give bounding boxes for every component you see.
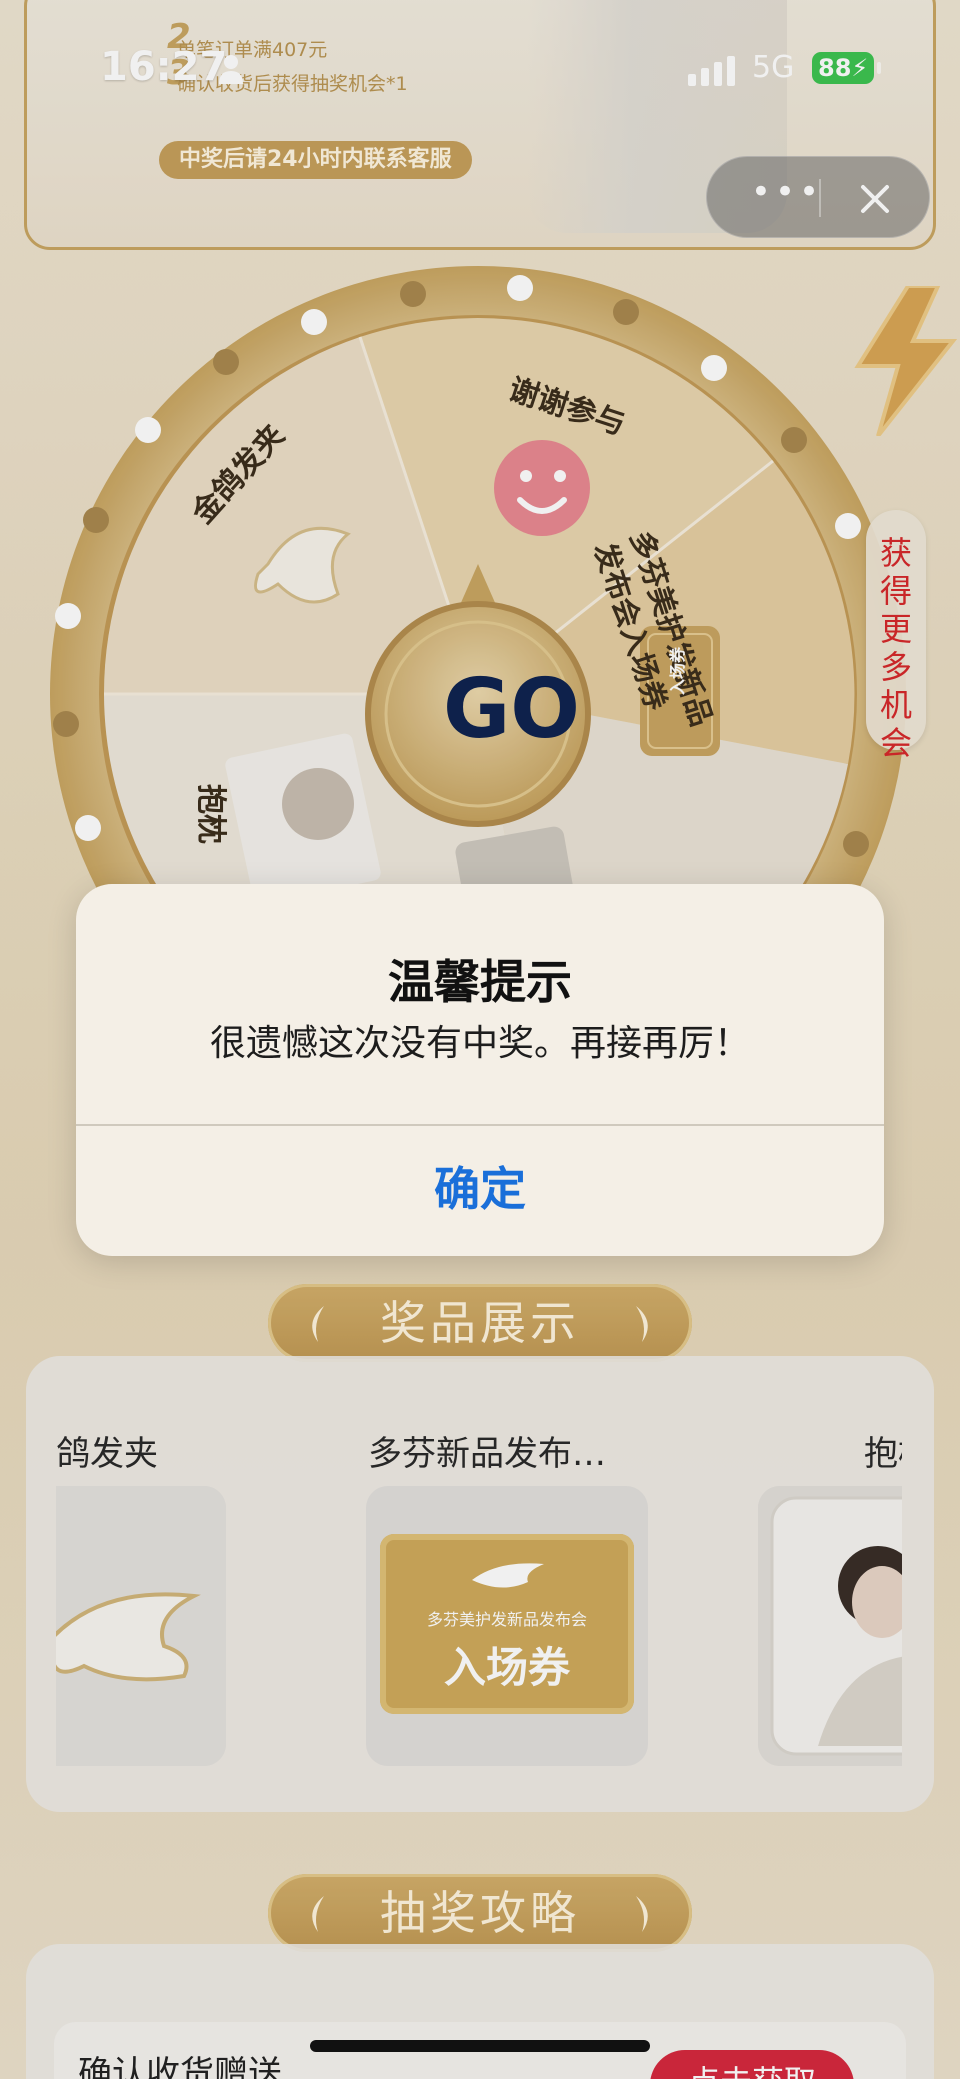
alert-dialog: 温馨提示 很遗憾这次没有中奖。再接再厉！ 确定 bbox=[76, 884, 884, 1256]
home-indicator[interactable] bbox=[310, 2040, 650, 2052]
dialog-title: 温馨提示 bbox=[388, 955, 572, 1009]
confirm-button[interactable]: 确定 bbox=[76, 1126, 884, 1256]
dialog-message: 很遗憾这次没有中奖。再接再厉！ bbox=[209, 1023, 750, 1064]
